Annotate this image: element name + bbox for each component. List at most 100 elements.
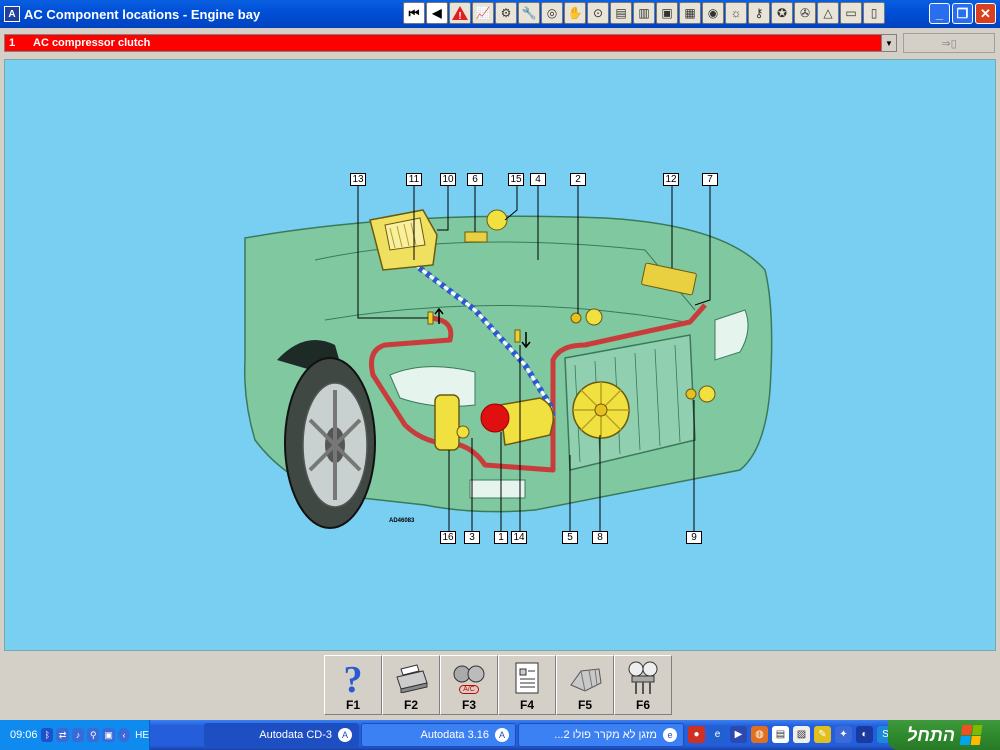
go-to-button[interactable]: ⇒▯ xyxy=(903,33,995,53)
task-autodata-cd3[interactable]: Autodata CD-3 A xyxy=(204,723,359,747)
f5-engine-button[interactable]: F5 xyxy=(556,655,614,715)
callout-2[interactable]: 2 xyxy=(570,173,586,186)
close-button[interactable]: ✕ xyxy=(975,3,996,24)
volume-icon[interactable]: ♪ xyxy=(71,728,85,742)
search-icon[interactable]: ⚲ xyxy=(87,728,100,742)
document-icon[interactable]: ▤ xyxy=(772,726,789,743)
firefox-icon[interactable]: ◍ xyxy=(751,726,768,743)
f1-help-button[interactable]: ? F1 xyxy=(324,655,382,715)
function-key-bar: ? F1 F2 A/C F3 F4 F5 F6 xyxy=(0,652,1000,718)
belt-icon[interactable]: ◉ xyxy=(702,2,724,24)
battery-icon[interactable]: ▦ xyxy=(679,2,701,24)
callout-1[interactable]: 1 xyxy=(494,531,508,544)
tool-icon[interactable]: ✦ xyxy=(835,726,852,743)
f6-gauges-button[interactable]: F6 xyxy=(614,655,672,715)
language-indicator[interactable]: HE xyxy=(135,730,149,741)
f5-label: F5 xyxy=(577,698,592,712)
f1-label: F1 xyxy=(345,698,360,712)
task-label: Autodata CD-3 xyxy=(259,729,332,741)
tools-icon[interactable]: 🔧 xyxy=(518,2,540,24)
monitor-icon[interactable]: ▣ xyxy=(102,728,115,742)
f2-print-button[interactable]: F2 xyxy=(382,655,440,715)
task-autodata-316[interactable]: Autodata 3.16 A xyxy=(361,723,516,747)
engine-icon[interactable]: ▤ xyxy=(610,2,632,24)
fan-icon[interactable]: ✇ xyxy=(794,2,816,24)
arrow-right-icon: ⇒▯ xyxy=(941,37,957,50)
start-button[interactable]: התחל xyxy=(888,720,1000,750)
expand-tray-icon[interactable]: ‹ xyxy=(117,728,131,742)
paint-icon[interactable]: ✎ xyxy=(814,726,831,743)
callout-6[interactable]: 6 xyxy=(467,173,483,186)
toolbar: ⏮ ◀ ! 📈 ⚙ 🔧 ◎ ✋ ⊙ ▤ ▥ ▣ ▦ ◉ ☼ ⚷ ✪ ✇ △ ▭ … xyxy=(403,2,885,24)
engine-block-icon xyxy=(565,659,605,697)
internet-explorer-icon[interactable]: e xyxy=(709,726,726,743)
selector-bar: 1 AC compressor clutch ▼ ⇒▯ xyxy=(0,28,1000,58)
callout-8[interactable]: 8 xyxy=(592,531,608,544)
window-controls: _ ❐ ✕ xyxy=(929,3,996,24)
callout-7[interactable]: 7 xyxy=(702,173,718,186)
pressure-gauges-icon xyxy=(623,659,663,697)
key-icon[interactable]: ⚷ xyxy=(748,2,770,24)
task-browser[interactable]: ...מזגן לא מקרר פולו 2 e xyxy=(518,723,684,747)
taskbar: 09:06 ᛒ ⇄ ♪ ⚲ ▣ ‹ HE Autodata CD-3 A Aut… xyxy=(0,720,1000,750)
car-front-icon[interactable]: ▣ xyxy=(656,2,678,24)
service-icon[interactable]: ✪ xyxy=(771,2,793,24)
car-side-icon[interactable]: ▭ xyxy=(840,2,862,24)
callout-12[interactable]: 12 xyxy=(663,173,679,186)
hand-icon[interactable]: ✋ xyxy=(564,2,586,24)
task-label: ...מזגן לא מקרר פולו 2 xyxy=(554,729,657,741)
callout-14[interactable]: 14 xyxy=(511,531,527,544)
callout-16[interactable]: 16 xyxy=(440,531,456,544)
windows-logo-icon xyxy=(959,725,983,745)
gear-icon[interactable]: ⚙ xyxy=(495,2,517,24)
f3-ac-button[interactable]: A/C F3 xyxy=(440,655,498,715)
internet-explorer-icon: e xyxy=(663,728,677,742)
callout-13[interactable]: 13 xyxy=(350,173,366,186)
autodata-icon: A xyxy=(338,728,352,742)
callout-3[interactable]: 3 xyxy=(464,531,480,544)
quick-launch: ● e ▶ ◍ ▤ ▨ ✎ ✦ ◐ S xyxy=(688,726,894,743)
callout-10[interactable]: 10 xyxy=(440,173,456,186)
autodata-icon: A xyxy=(495,728,509,742)
tire-icon[interactable]: ⊙ xyxy=(587,2,609,24)
system-tray: 09:06 ᛒ ⇄ ♪ ⚲ ▣ ‹ HE xyxy=(0,720,150,750)
callout-11[interactable]: 11 xyxy=(406,173,422,186)
media-icon[interactable]: ◐ xyxy=(856,726,873,743)
brake-icon[interactable]: △ xyxy=(817,2,839,24)
diagram-area: AD46083 13 11 10 6 15 4 2 12 7 9 8 5 14 … xyxy=(4,59,996,651)
minimize-button[interactable]: _ xyxy=(929,3,950,24)
callout-4[interactable]: 4 xyxy=(530,173,546,186)
warning-icon[interactable]: ! xyxy=(449,2,471,24)
lamp-icon[interactable]: ☼ xyxy=(725,2,747,24)
ac-tools-icon: A/C xyxy=(449,659,489,697)
notes-icon[interactable]: ▯ xyxy=(863,2,885,24)
diagram-icon[interactable]: 📈 xyxy=(472,2,494,24)
f3-label: F3 xyxy=(461,698,476,712)
component-select[interactable]: 1 AC compressor clutch ▼ xyxy=(4,34,897,52)
callout-15[interactable]: 15 xyxy=(508,173,524,186)
chevron-down-icon[interactable]: ▼ xyxy=(881,35,896,51)
first-page-icon[interactable]: ⏮ xyxy=(403,2,425,24)
f4-label: F4 xyxy=(519,698,534,712)
ac-badge: A/C xyxy=(459,684,479,694)
app-icon[interactable]: ● xyxy=(688,726,705,743)
media-player-icon[interactable]: ▶ xyxy=(730,726,747,743)
network-icon[interactable]: ⇄ xyxy=(56,728,69,742)
autodata-icon[interactable]: A xyxy=(4,6,20,22)
svg-text:!: ! xyxy=(458,11,461,21)
callout-5[interactable]: 5 xyxy=(562,531,578,544)
svg-text:?: ? xyxy=(344,660,363,696)
diagram-code: AD46083 xyxy=(389,518,415,524)
task-label: Autodata 3.16 xyxy=(420,729,489,741)
help-icon: ? xyxy=(333,659,373,697)
restore-button[interactable]: ❐ xyxy=(952,3,973,24)
wheel-icon[interactable]: ◎ xyxy=(541,2,563,24)
callout-9[interactable]: 9 xyxy=(686,531,702,544)
image-icon[interactable]: ▨ xyxy=(793,726,810,743)
f2-label: F2 xyxy=(403,698,418,712)
clock: 09:06 xyxy=(10,729,38,741)
bluetooth-icon[interactable]: ᛒ xyxy=(41,728,54,742)
oil-icon[interactable]: ▥ xyxy=(633,2,655,24)
f4-document-button[interactable]: F4 xyxy=(498,655,556,715)
prev-page-icon[interactable]: ◀ xyxy=(426,2,448,24)
